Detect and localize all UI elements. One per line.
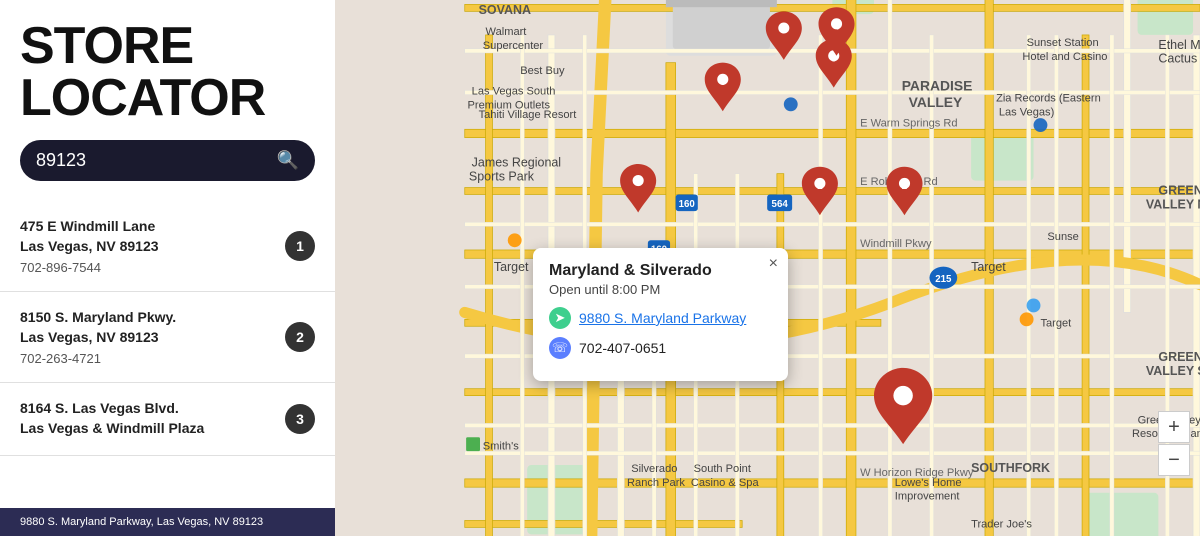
svg-text:VALLEY SOUTH: VALLEY SOUTH — [1146, 364, 1200, 378]
svg-text:215: 215 — [935, 274, 952, 285]
svg-text:Improvement: Improvement — [895, 491, 960, 503]
svg-text:Trader Joe's: Trader Joe's — [971, 518, 1032, 530]
store-address-2: 8150 S. Maryland Pkwy. Las Vegas, NV 891… — [20, 308, 285, 347]
svg-text:Lowe's Home: Lowe's Home — [895, 477, 962, 489]
stores-list: 475 E Windmill Lane Las Vegas, NV 89123 … — [0, 201, 335, 508]
svg-text:Walmart: Walmart — [486, 26, 527, 38]
popup-address-row: ➤ 9880 S. Maryland Parkway — [549, 307, 772, 329]
page-title: STORE LOCATOR — [20, 20, 315, 124]
popup-phone-text: 702-407-0651 — [579, 340, 666, 356]
search-bar[interactable]: 🔍 — [20, 140, 315, 181]
map-popup: × Maryland & Silverado Open until 8:00 P… — [533, 248, 788, 381]
store-info-2: 8150 S. Maryland Pkwy. Las Vegas, NV 891… — [20, 308, 285, 366]
svg-text:Las Vegas): Las Vegas) — [999, 106, 1054, 118]
header-section: STORE LOCATOR 🔍 — [0, 0, 335, 201]
svg-text:VALLEY: VALLEY — [909, 94, 963, 110]
popup-status: Open until 8:00 PM — [549, 282, 772, 297]
svg-text:7: 7 — [781, 26, 786, 37]
store-address-3: 8164 S. Las Vegas Blvd. Las Vegas & Wind… — [20, 399, 285, 438]
zoom-out-button[interactable]: − — [1158, 444, 1190, 476]
svg-text:4: 4 — [834, 21, 840, 32]
svg-text:Supercenter: Supercenter — [483, 40, 544, 52]
store-item-1[interactable]: 475 E Windmill Lane Las Vegas, NV 89123 … — [0, 201, 335, 292]
svg-text:Las Vegas South: Las Vegas South — [472, 86, 556, 98]
store-badge-2: 2 — [285, 322, 315, 352]
store-badge-3: 3 — [285, 404, 315, 434]
svg-text:Hotel and Casino: Hotel and Casino — [1022, 51, 1107, 63]
svg-text:James Regional: James Regional — [472, 156, 561, 170]
svg-text:Smith's: Smith's — [483, 441, 519, 453]
store-info-3: 8164 S. Las Vegas Blvd. Las Vegas & Wind… — [20, 399, 285, 438]
store-phone-1: 702-896-7544 — [20, 260, 285, 275]
svg-text:Target: Target — [494, 260, 529, 274]
svg-text:VALLEY NORTH: VALLEY NORTH — [1146, 197, 1200, 211]
svg-text:Sunse: Sunse — [1047, 231, 1078, 243]
popup-nav-icon: ➤ — [549, 307, 571, 329]
svg-text:Windmill Pkwy: Windmill Pkwy — [860, 238, 932, 250]
svg-text:2: 2 — [902, 181, 908, 192]
svg-text:SOVANA: SOVANA — [479, 3, 531, 17]
store-info-1: 475 E Windmill Lane Las Vegas, NV 89123 … — [20, 217, 285, 275]
bottom-bar: 9880 S. Maryland Parkway, Las Vegas, NV … — [0, 508, 335, 536]
svg-text:E Warm Springs Rd: E Warm Springs Rd — [860, 117, 957, 129]
popup-phone-icon: ☏ — [549, 337, 571, 359]
svg-text:Zia Records (Eastern: Zia Records (Eastern — [996, 93, 1101, 105]
svg-text:Casino & Spa: Casino & Spa — [691, 477, 760, 489]
svg-text:160: 160 — [679, 199, 695, 210]
popup-phone-row: ☏ 702-407-0651 — [549, 337, 772, 359]
svg-text:Premium Outlets: Premium Outlets — [468, 99, 551, 111]
svg-text:Cactus Garden: Cactus Garden — [1158, 52, 1200, 66]
zoom-in-button[interactable]: + — [1158, 411, 1190, 443]
svg-text:Target: Target — [971, 260, 1006, 274]
svg-text:Best Buy: Best Buy — [520, 65, 565, 77]
svg-text:Ranch Park: Ranch Park — [627, 477, 685, 489]
store-item-3[interactable]: 8164 S. Las Vegas Blvd. Las Vegas & Wind… — [0, 383, 335, 455]
svg-text:Target: Target — [1040, 317, 1071, 329]
zoom-controls: + − — [1158, 411, 1190, 476]
store-phone-2: 702-263-4721 — [20, 351, 285, 366]
search-input[interactable] — [36, 150, 277, 171]
store-address-1: 475 E Windmill Lane Las Vegas, NV 89123 — [20, 217, 285, 256]
svg-text:Sports Park: Sports Park — [469, 170, 535, 184]
popup-close-button[interactable]: × — [769, 256, 778, 272]
svg-text:564: 564 — [772, 199, 789, 210]
svg-text:1: 1 — [817, 181, 823, 192]
svg-text:Ethel M Botanical: Ethel M Botanical — [1158, 38, 1200, 52]
svg-text:GREEN: GREEN — [1158, 183, 1200, 197]
svg-text:Silverado: Silverado — [631, 463, 677, 475]
svg-text:South Point: South Point — [694, 463, 751, 475]
popup-address-link[interactable]: 9880 S. Maryland Parkway — [579, 310, 746, 326]
svg-text:Sunset Station: Sunset Station — [1027, 37, 1099, 49]
search-icon[interactable]: 🔍 — [277, 150, 299, 171]
svg-text:SOUTHFORK: SOUTHFORK — [971, 461, 1050, 475]
store-badge-1: 1 — [285, 231, 315, 261]
svg-text:5: 5 — [720, 77, 726, 88]
svg-text:GREEN: GREEN — [1158, 350, 1200, 364]
svg-text:6: 6 — [635, 178, 641, 189]
left-panel: STORE LOCATOR 🔍 475 E Windmill Lane Las … — [0, 0, 335, 536]
popup-title: Maryland & Silverado — [549, 262, 772, 280]
store-item-2[interactable]: 8150 S. Maryland Pkwy. Las Vegas, NV 891… — [0, 292, 335, 383]
svg-text:PARADISE: PARADISE — [902, 77, 973, 93]
